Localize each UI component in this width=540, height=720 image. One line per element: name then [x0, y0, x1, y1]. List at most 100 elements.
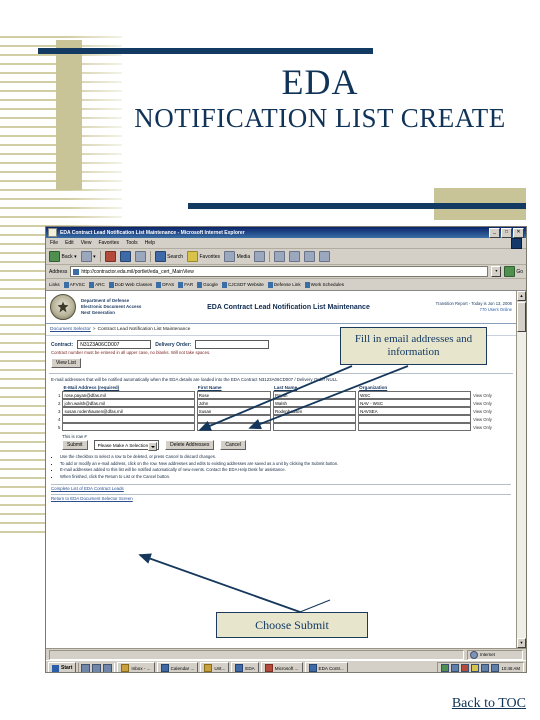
- email-input[interactable]: [62, 415, 195, 423]
- menu-tools[interactable]: Tools: [126, 240, 138, 246]
- update-icon[interactable]: [471, 664, 480, 672]
- task-button[interactable]: Inbox - ...: [117, 661, 155, 672]
- cell-first-name[interactable]: [196, 423, 272, 431]
- security-icon[interactable]: [481, 664, 490, 672]
- cell-last-name[interactable]: Rodenhausen: [272, 407, 357, 415]
- cell-last-name[interactable]: Payan: [272, 391, 357, 399]
- edit-icon[interactable]: [304, 251, 316, 262]
- browser-icon[interactable]: [92, 663, 102, 672]
- last-name-input[interactable]: Payan: [272, 391, 357, 399]
- first-name-input[interactable]: John: [196, 399, 271, 407]
- link-item[interactable]: Defense Link: [267, 281, 301, 288]
- footer-link-document-selector[interactable]: Return to EDA Document Selector Screen: [51, 496, 511, 501]
- minimize-button[interactable]: _: [489, 227, 500, 238]
- cell-email[interactable]: [61, 423, 195, 431]
- address-dropdown-icon[interactable]: ▾: [491, 266, 502, 277]
- desktop-icon[interactable]: [81, 663, 91, 672]
- volume-icon[interactable]: [451, 664, 460, 672]
- cell-first-name[interactable]: John: [196, 399, 272, 407]
- start-button[interactable]: Start: [48, 661, 77, 672]
- column-header-organization[interactable]: Organization: [357, 384, 472, 391]
- cell-last-name[interactable]: Walsh: [272, 399, 357, 407]
- column-header-last-name[interactable]: Last Name: [272, 384, 357, 391]
- close-button[interactable]: ✕: [513, 227, 524, 238]
- table-row[interactable]: 3 susan.rodenhausen@dfas.mil Susan Roden…: [46, 407, 516, 415]
- link-item[interactable]: Work Schedules: [304, 281, 344, 288]
- link-item[interactable]: AFVSC: [63, 281, 85, 288]
- breadcrumb-link-document-selector[interactable]: Document Selector: [50, 327, 91, 332]
- menu-help[interactable]: Help: [145, 240, 155, 246]
- column-header-email[interactable]: E-Mail Address (required): [61, 384, 195, 391]
- cell-first-name[interactable]: Susan: [196, 407, 272, 415]
- address-input[interactable]: http://contractor.eda.mil/portlet/eda_ce…: [70, 266, 489, 277]
- last-name-input[interactable]: Rodenhausen: [272, 407, 357, 415]
- delete-addresses-button[interactable]: Delete Addresses: [165, 440, 215, 450]
- table-row[interactable]: 1 rose.payan@dfas.mil Rose Payan WSC Vie…: [46, 391, 516, 399]
- organization-input[interactable]: NAV - WSC: [358, 399, 472, 407]
- last-name-input[interactable]: [272, 415, 357, 423]
- email-input[interactable]: rose.payan@dfas.mil: [62, 391, 195, 399]
- link-item[interactable]: FAR: [178, 281, 193, 288]
- back-dropdown-icon[interactable]: ▾: [74, 254, 77, 260]
- back-button[interactable]: Back ▾: [49, 251, 77, 262]
- maximize-button[interactable]: □: [501, 227, 512, 238]
- forward-button[interactable]: ▾: [80, 251, 96, 262]
- link-item[interactable]: CJCSDT Website: [221, 281, 264, 288]
- favorites-button[interactable]: Favorites: [187, 251, 220, 262]
- organization-input[interactable]: WSC: [358, 391, 472, 399]
- home-icon[interactable]: [134, 251, 146, 262]
- cancel-button[interactable]: Cancel: [220, 440, 246, 450]
- first-name-input[interactable]: Susan: [196, 407, 271, 415]
- menu-favorites[interactable]: Favorites: [98, 240, 119, 246]
- cell-first-name[interactable]: [196, 415, 272, 423]
- search-button[interactable]: Search: [154, 251, 183, 262]
- back-to-toc-link[interactable]: Back to TOC: [452, 696, 526, 712]
- scroll-down-arrow[interactable]: ▼: [517, 638, 526, 648]
- cell-organization[interactable]: [357, 415, 472, 423]
- menu-view[interactable]: View: [81, 240, 92, 246]
- cell-organization[interactable]: NAVSEA: [357, 407, 472, 415]
- stop-icon[interactable]: [104, 251, 116, 262]
- email-input[interactable]: [62, 423, 195, 431]
- cell-last-name[interactable]: [272, 415, 357, 423]
- media-button[interactable]: Media: [224, 251, 250, 262]
- cell-organization[interactable]: [357, 423, 472, 431]
- cell-email[interactable]: [61, 415, 195, 423]
- link-item[interactable]: ARC: [89, 281, 105, 288]
- table-row[interactable]: 5 View Only: [46, 423, 516, 431]
- footer-link-contract-leads[interactable]: Complete List of EDA Contract Leads: [51, 486, 511, 491]
- menu-edit[interactable]: Edit: [65, 240, 74, 246]
- last-name-input[interactable]: Walsh: [272, 399, 357, 407]
- page-scrollbar[interactable]: ▲ ▼: [516, 291, 526, 648]
- organization-input[interactable]: [358, 415, 472, 423]
- email-input[interactable]: susan.rodenhausen@dfas.mil: [62, 407, 195, 415]
- discuss-icon[interactable]: [319, 251, 331, 262]
- task-button[interactable]: EDA Contr...: [304, 661, 348, 672]
- task-button[interactable]: Unt...: [200, 661, 230, 672]
- cell-first-name[interactable]: Rose: [196, 391, 272, 399]
- link-item[interactable]: DFAS: [156, 281, 174, 288]
- address-select-dropdown[interactable]: Please Make A Selection: [93, 440, 160, 451]
- submit-button[interactable]: Submit: [62, 440, 88, 450]
- cell-email[interactable]: susan.rodenhausen@dfas.mil: [61, 407, 195, 415]
- cell-email[interactable]: john.walsh@dfas.mil: [61, 399, 195, 407]
- mail-icon[interactable]: [103, 663, 113, 672]
- refresh-icon[interactable]: [119, 251, 131, 262]
- scroll-up-arrow[interactable]: ▲: [517, 291, 526, 301]
- scrollbar-track[interactable]: [517, 332, 526, 638]
- task-button[interactable]: Calendar ...: [156, 661, 199, 672]
- mail-icon[interactable]: [274, 251, 286, 262]
- table-row[interactable]: 4 View Only: [46, 415, 516, 423]
- delivery-order-input[interactable]: [195, 340, 270, 349]
- column-header-first-name[interactable]: First Name: [196, 384, 272, 391]
- contract-input[interactable]: N3123A06CD007: [77, 340, 152, 349]
- first-name-input[interactable]: Rose: [196, 391, 271, 399]
- menu-file[interactable]: File: [50, 240, 58, 246]
- view-list-button[interactable]: View List: [51, 358, 81, 368]
- printer-icon[interactable]: [491, 664, 500, 672]
- task-button[interactable]: EDA: [231, 661, 259, 672]
- link-item[interactable]: DoD Web Classes: [108, 281, 152, 288]
- cell-last-name[interactable]: [272, 423, 357, 431]
- first-name-input[interactable]: [196, 423, 271, 431]
- last-name-input[interactable]: [272, 423, 357, 431]
